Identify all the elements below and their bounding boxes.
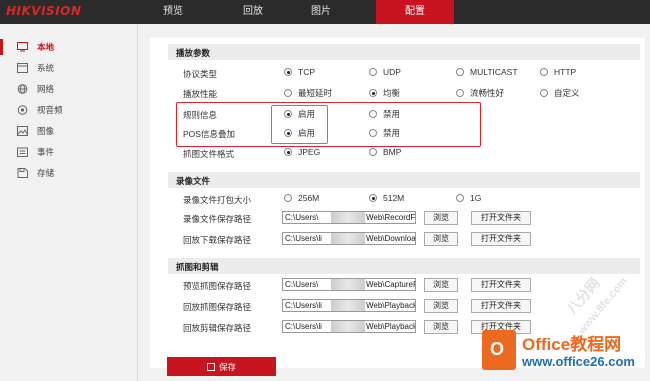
open-folder-button[interactable]: 打开文件夹 [471,278,531,292]
radio-custom[interactable]: 自定义 [540,87,580,99]
section-title: 播放参数 [176,48,211,58]
section-header-snap [168,258,640,274]
download-path-field[interactable]: C:\Users\liWeb\DownloadF [282,232,416,245]
snapshot-format-label: 抓图文件格式 [183,149,235,159]
office-watermark-logo: O Office教程网 www.office26.com [478,326,650,381]
system-icon [17,63,28,73]
playback-snap-path-field[interactable]: C:\Users\liWeb\PlaybackP [282,299,416,312]
browse-button[interactable]: 浏览 [424,232,458,246]
protocol-label: 协议类型 [183,69,218,79]
pack-size-label: 录像文件打包大小 [183,195,252,205]
browse-button[interactable]: 浏览 [424,320,458,334]
download-path-label: 回放下载保存路径 [183,235,252,245]
preview-snap-path-field[interactable]: C:\Users\Web\CaptureFile [282,278,416,291]
globe-icon [17,84,28,94]
radio-http[interactable]: HTTP [540,67,576,77]
tab-preview[interactable]: 预览 [145,0,201,24]
sidebar-item-label: 事件 [37,147,55,157]
open-folder-button[interactable]: 打开文件夹 [471,232,531,246]
hikvision-logo: HIKVISION [6,4,82,18]
sidebar-item-label: 系统 [37,63,55,73]
tab-playback[interactable]: 回放 [225,0,281,24]
section-title: 抓图和剪辑 [176,262,219,272]
sidebar-item-label: 网络 [37,84,55,94]
audio-video-icon [17,105,28,115]
browse-button[interactable]: 浏览 [424,299,458,313]
image-icon [17,126,28,136]
top-nav-bar: HIKVISION 预览 回放 图片 配置 [0,0,650,24]
browse-button[interactable]: 浏览 [424,278,458,292]
open-folder-button[interactable]: 打开文件夹 [471,299,531,313]
event-icon [17,147,28,157]
radio-smooth[interactable]: 流畅性好 [456,87,504,99]
section-title: 录像文件 [176,176,211,186]
tab-picture[interactable]: 图片 [293,0,349,24]
save-icon [206,362,215,371]
browse-button[interactable]: 浏览 [424,211,458,225]
radio-udp[interactable]: UDP [369,67,401,77]
sidebar-item-network[interactable]: 网络 [0,79,138,99]
sidebar-item-event[interactable]: 事件 [0,142,138,162]
preview-snap-label: 预览抓图保存路径 [183,281,252,291]
watermark-brand-url: www.office26.com [522,354,635,369]
save-button[interactable]: 保存 [167,357,276,376]
sidebar-item-storage[interactable]: 存储 [0,163,138,183]
record-path-field[interactable]: C:\Users\Web\RecordFile [282,211,416,224]
storage-icon [17,168,28,178]
radio-balanced[interactable]: 均衡 [369,87,400,99]
sidebar-item-label: 视音频 [37,105,63,115]
sidebar-item-label: 存储 [37,168,55,178]
sidebar-item-label: 图像 [37,126,55,136]
monitor-icon [17,42,28,52]
playback-clip-label: 回放剪辑保存路径 [183,323,252,333]
radio-lowest-latency[interactable]: 最短延时 [284,87,332,99]
sidebar-item-system[interactable]: 系统 [0,58,138,78]
performance-label: 播放性能 [183,89,218,99]
open-folder-button[interactable]: 打开文件夹 [471,211,531,225]
sidebar-item-label: 本地 [37,42,55,52]
radio-bmp[interactable]: BMP [369,147,401,157]
playback-snap-label: 回放抓图保存路径 [183,302,252,312]
sidebar-item-image[interactable]: 图像 [0,121,138,141]
playback-clip-path-field[interactable]: C:\Users\liWeb\PlaybackF [282,320,416,333]
office-logo-icon: O [482,330,516,370]
watermark-brand-name: Office教程网 [522,335,622,354]
radio-jpeg[interactable]: JPEG [284,147,320,157]
sidebar-item-audio-video[interactable]: 视音频 [0,100,138,120]
highlight-box-green [271,105,328,144]
sidebar-item-local[interactable]: 本地 [0,37,138,57]
radio-512m[interactable]: 512M [369,193,404,203]
radio-256m[interactable]: 256M [284,193,319,203]
section-header-playback [168,44,640,60]
section-header-record [168,172,640,188]
radio-tcp[interactable]: TCP [284,67,315,77]
highlight-box-red [176,102,481,147]
tab-configuration[interactable]: 配置 [376,0,454,24]
radio-multicast[interactable]: MULTICAST [456,67,518,77]
radio-1g[interactable]: 1G [456,193,481,203]
record-path-label: 录像文件保存路径 [183,214,252,224]
